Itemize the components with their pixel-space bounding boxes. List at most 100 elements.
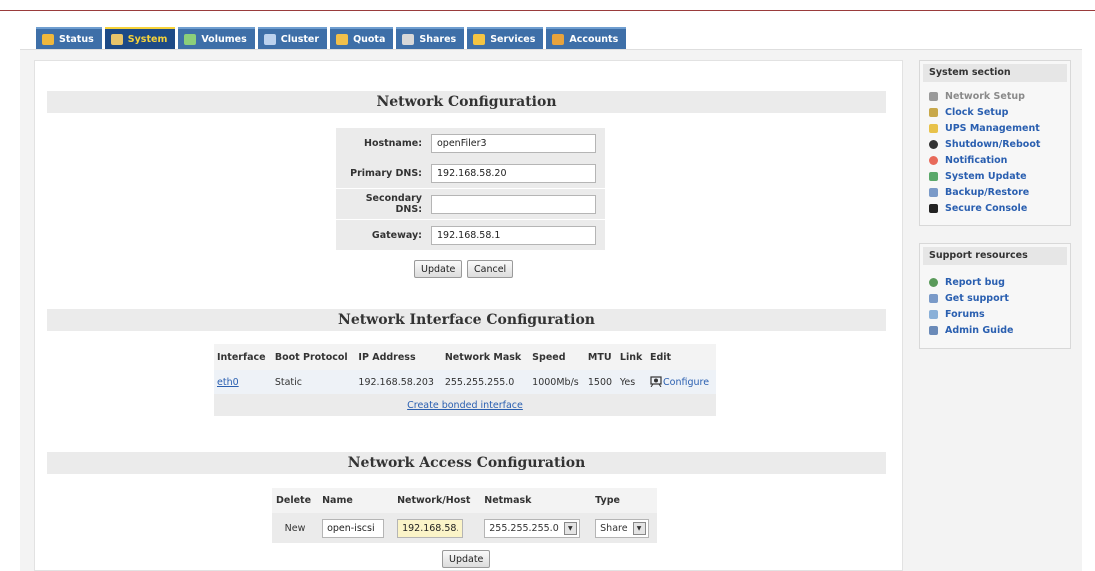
column-header: Network Mask: [441, 344, 530, 370]
column-header: Name: [318, 488, 394, 513]
type-select[interactable]: Share ▼: [595, 518, 649, 538]
quota-icon: [336, 33, 349, 45]
tab-cluster[interactable]: Cluster: [257, 27, 328, 49]
sidebar-item-label: Network Setup: [945, 90, 1025, 102]
sidebar-item-forums[interactable]: Forums: [920, 306, 1070, 322]
column-header: Edit: [647, 344, 716, 370]
configure-link[interactable]: Configure: [663, 377, 709, 388]
sidebar-item-system-update[interactable]: System Update: [920, 168, 1070, 184]
primary-dns-label: Primary DNS:: [350, 167, 422, 179]
sidebar-item-ups-management[interactable]: UPS Management: [920, 120, 1070, 136]
gateway-input[interactable]: [431, 225, 596, 245]
secondary-dns-input[interactable]: [431, 194, 596, 214]
column-header: IP Address: [355, 344, 442, 370]
access-name-input[interactable]: [322, 518, 385, 538]
sidebar-item-notification[interactable]: Notification: [920, 152, 1070, 168]
ups-icon: [929, 123, 938, 133]
tab-status[interactable]: Status: [36, 27, 102, 49]
tab-system[interactable]: System: [104, 27, 176, 49]
tab-label: Shares: [419, 33, 457, 45]
sidebar-item-clock-setup[interactable]: Clock Setup: [920, 104, 1070, 120]
hostname-input[interactable]: [431, 133, 596, 153]
primary-dns-row: Primary DNS:: [336, 158, 605, 188]
create-bonded-interface-link[interactable]: Create bonded interface: [407, 400, 523, 411]
configure-icon[interactable]: [650, 375, 663, 390]
primary-dns-input[interactable]: [431, 163, 596, 183]
secondary-dns-row: Secondary DNS:: [336, 189, 605, 219]
type-value: Share: [600, 522, 628, 534]
tab-shares[interactable]: Shares: [396, 27, 465, 49]
bonded-row: Create bonded interface: [214, 394, 716, 416]
sidebar-item-label: Report bug: [945, 276, 1005, 288]
tab-label: Accounts: [569, 33, 619, 45]
console-icon: [929, 203, 938, 213]
column-header: Boot Protocol: [271, 344, 356, 370]
tab-label: System: [127, 33, 168, 45]
tab-volumes[interactable]: Volumes: [178, 27, 255, 49]
sidebar-item-shutdown-reboot[interactable]: Shutdown/Reboot: [920, 136, 1070, 152]
netmask-value: 255.255.255.0: [489, 522, 559, 534]
shares-icon: [402, 33, 415, 45]
table-row: New 255.255.255.0 ▼ Share ▼: [272, 513, 657, 543]
system-icon: [110, 33, 123, 45]
sidebar-item-admin-guide[interactable]: Admin Guide: [920, 322, 1070, 338]
access-config-heading: Network Access Configuration: [47, 452, 886, 474]
sidebar-item-secure-console[interactable]: Secure Console: [920, 200, 1070, 216]
forums-icon: [929, 309, 938, 319]
tab-services[interactable]: Services: [467, 27, 544, 49]
sidebar-item-label: Notification: [945, 154, 1008, 166]
tab-accounts[interactable]: Accounts: [546, 27, 627, 49]
table-header-row: Delete Name Network/Host Netmask Type: [272, 488, 657, 513]
sidebar-item-backup-restore[interactable]: Backup/Restore: [920, 184, 1070, 200]
column-header: Netmask: [480, 488, 592, 513]
network-host-input[interactable]: [397, 518, 464, 538]
column-header: MTU: [584, 344, 617, 370]
sidebar-item-report-bug[interactable]: Report bug: [920, 274, 1070, 290]
column-header: Link: [616, 344, 647, 370]
network-mask-cell: 255.255.255.0: [441, 370, 530, 394]
network-update-button[interactable]: Update: [414, 260, 463, 278]
notification-icon: [929, 155, 938, 165]
network-cancel-button[interactable]: Cancel: [467, 260, 514, 278]
mtu-cell: 1500: [584, 370, 617, 394]
sidebar-item-label: UPS Management: [945, 122, 1040, 134]
tab-label: Volumes: [201, 33, 247, 45]
support-resources-title: Support resources: [923, 247, 1067, 265]
guide-icon: [929, 325, 938, 335]
update-icon: [929, 171, 938, 181]
backup-icon: [929, 187, 938, 197]
sidebar-item-label: Clock Setup: [945, 106, 1009, 118]
interface-table: Interface Boot Protocol IP Address Netwo…: [214, 344, 716, 416]
tab-label: Quota: [353, 33, 386, 45]
power-icon: [929, 139, 938, 149]
tab-quota[interactable]: Quota: [330, 27, 394, 49]
interface-config-heading: Network Interface Configuration: [47, 309, 886, 331]
accounts-icon: [552, 33, 565, 45]
cluster-icon: [263, 33, 276, 45]
gateway-label: Gateway:: [371, 229, 422, 241]
network-setup-icon: [929, 91, 938, 101]
netmask-select[interactable]: 255.255.255.0 ▼: [484, 518, 580, 538]
top-rule: [0, 10, 1095, 11]
sidebar-item-network-setup[interactable]: Network Setup: [920, 88, 1070, 104]
access-update-button[interactable]: Update: [442, 550, 491, 568]
table-row: eth0 Static 192.168.58.203 255.255.255.0…: [214, 370, 716, 394]
sidebar-item-label: Admin Guide: [945, 324, 1014, 336]
sidebar-item-get-support[interactable]: Get support: [920, 290, 1070, 306]
sidebar-item-label: Forums: [945, 308, 985, 320]
sidebar-item-label: Backup/Restore: [945, 186, 1030, 198]
system-section-title: System section: [923, 64, 1067, 82]
status-icon: [42, 33, 54, 45]
hostname-label: Hostname:: [364, 137, 422, 149]
column-header: Delete: [272, 488, 319, 513]
chevron-down-icon: ▼: [632, 521, 646, 535]
main-tab-bar: Status System Volumes Cluster Quota Shar…: [36, 27, 627, 49]
column-header: Interface: [214, 344, 272, 370]
boot-protocol-cell: Static: [271, 370, 356, 394]
interface-link-eth0[interactable]: eth0: [217, 377, 239, 388]
services-icon: [473, 33, 486, 45]
column-header: Network/Host: [393, 488, 481, 513]
delete-cell: New: [272, 513, 319, 543]
chevron-down-icon: ▼: [563, 521, 577, 535]
edit-cell: Configure: [647, 370, 716, 394]
